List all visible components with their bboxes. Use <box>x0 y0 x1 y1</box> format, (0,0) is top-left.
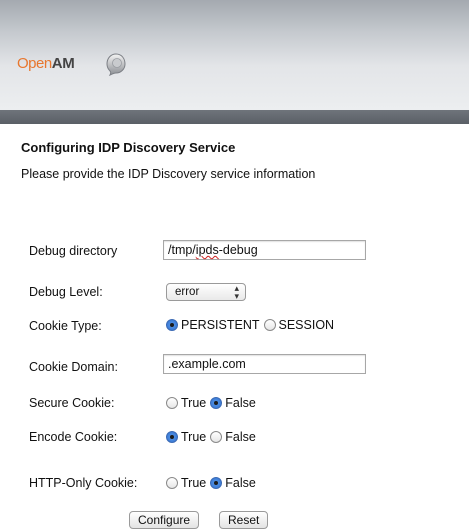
debug-directory-input[interactable]: /tmp/ipds-debug <box>163 240 366 260</box>
http-only-cookie-true-label: True <box>181 476 207 490</box>
debug-directory-value: /tmp/ipds-debug <box>168 243 258 257</box>
select-updown-icon: ▴ ▾ <box>234 283 239 301</box>
secure-cookie-false-radio[interactable] <box>210 397 223 409</box>
cookie-domain-label: Cookie Domain: <box>29 360 118 374</box>
cookie-type-radio-group: PERSISTENT SESSION <box>166 318 338 332</box>
secure-cookie-true-radio[interactable] <box>166 397 178 409</box>
page-subtitle: Please provide the IDP Discovery service… <box>21 167 316 181</box>
cookie-type-session-label: SESSION <box>278 318 335 332</box>
logo-open-text: Open <box>17 55 52 72</box>
reset-button[interactable]: Reset <box>219 511 269 529</box>
encode-cookie-true-label: True <box>181 430 207 444</box>
secure-cookie-label: Secure Cookie: <box>29 396 115 410</box>
encode-cookie-true-radio[interactable] <box>166 431 178 443</box>
logo-am-text: AM <box>51 55 75 72</box>
debug-directory-label: Debug directory <box>29 244 118 258</box>
cookie-domain-value: .example.com <box>168 357 246 371</box>
logo-bubble-icon <box>106 53 126 76</box>
page-title: Configuring IDP Discovery Service <box>21 140 236 155</box>
cookie-domain-input[interactable]: .example.com <box>163 354 366 374</box>
http-only-cookie-true-radio[interactable] <box>166 477 178 489</box>
app-header: OpenAM <box>0 0 469 110</box>
http-only-cookie-radio-group: True False <box>166 476 260 490</box>
openam-logo: OpenAM <box>17 53 126 78</box>
secure-cookie-true-label: True <box>181 396 207 410</box>
http-only-cookie-label: HTTP-Only Cookie: <box>29 476 138 490</box>
secure-cookie-false-label: False <box>225 396 256 410</box>
header-divider-bar <box>0 110 469 124</box>
debug-level-label: Debug Level: <box>29 285 103 299</box>
http-only-cookie-false-label: False <box>225 476 256 490</box>
secure-cookie-radio-group: True False <box>166 396 260 410</box>
debug-level-select[interactable]: error ▴ ▾ <box>166 283 246 301</box>
debug-level-value: error <box>175 286 200 298</box>
cookie-type-persistent-label: PERSISTENT <box>181 318 260 332</box>
cookie-type-persistent-radio[interactable] <box>166 319 178 331</box>
cookie-type-session-radio[interactable] <box>263 319 276 331</box>
cookie-type-label: Cookie Type: <box>29 319 102 333</box>
configure-button[interactable]: Configure <box>129 511 200 529</box>
encode-cookie-label: Encode Cookie: <box>29 430 118 444</box>
encode-cookie-false-radio[interactable] <box>210 431 223 443</box>
encode-cookie-radio-group: True False <box>166 430 260 444</box>
encode-cookie-false-label: False <box>225 430 256 444</box>
http-only-cookie-false-radio[interactable] <box>210 477 223 489</box>
